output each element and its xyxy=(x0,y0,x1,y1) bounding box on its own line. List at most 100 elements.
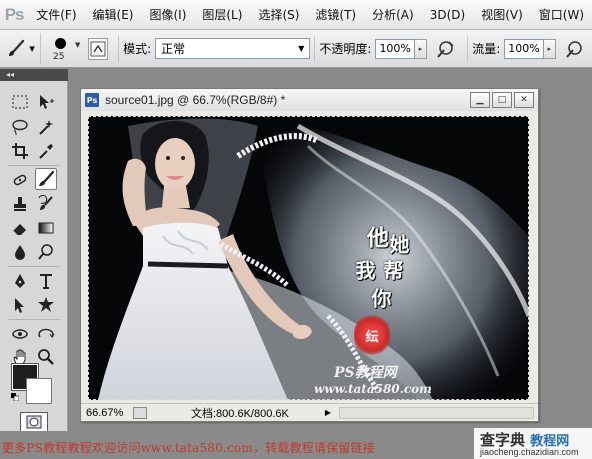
crop-tool[interactable] xyxy=(9,140,31,162)
brush-icon xyxy=(39,170,55,186)
magnifier-icon xyxy=(38,349,54,365)
healing-brush-tool[interactable] xyxy=(9,169,31,191)
document-window: Ps source01.jpg @ 66.7%(RGB/8#) * ▁ □ ✕ xyxy=(80,88,539,422)
tool-preset-picker[interactable]: ▼ xyxy=(0,32,42,65)
menu-window[interactable]: 窗口(W) xyxy=(531,0,592,30)
blur-tool[interactable] xyxy=(9,241,31,263)
3d-rotate-icon xyxy=(12,329,28,339)
calligraphy-char: 你 xyxy=(368,288,392,308)
close-icon: ✕ xyxy=(520,95,528,105)
status-info-icon[interactable] xyxy=(133,406,147,419)
background-color-swatch[interactable] xyxy=(26,378,52,404)
brush-icon xyxy=(9,39,25,56)
options-bar: ▼ 25 ▼ 模式: 正常 ▼ 不透明度: 100% ▸ 流量: 100% ▸ xyxy=(0,30,592,68)
dodge-tool[interactable] xyxy=(35,241,57,263)
airbrush-toggle[interactable] xyxy=(433,37,457,61)
eyedropper-tool[interactable] xyxy=(35,140,57,162)
menu-image[interactable]: 图像(I) xyxy=(141,0,194,30)
airbrush-icon xyxy=(566,40,582,58)
flow-slider-toggle[interactable]: ▸ xyxy=(543,38,556,59)
photoshop-logo: Ps xyxy=(4,4,25,24)
minimize-button[interactable]: ▁ xyxy=(470,92,490,108)
divider xyxy=(8,319,60,320)
menu-layer[interactable]: 图层(L) xyxy=(194,0,250,30)
3d-orbit-icon xyxy=(38,328,55,338)
menu-filter[interactable]: 滤镜(T) xyxy=(307,0,364,30)
quick-mask-button[interactable] xyxy=(20,412,48,432)
watermark-site-name: PS教程网 xyxy=(334,365,397,381)
brush-preset-picker[interactable]: 25 ▼ xyxy=(41,32,88,66)
horizontal-scrollbar[interactable] xyxy=(339,406,534,419)
maximize-button[interactable]: □ xyxy=(492,92,512,108)
move-icon xyxy=(40,95,54,109)
history-brush-tool[interactable] xyxy=(35,193,57,215)
menu-analysis[interactable]: 分析(A) xyxy=(364,0,422,30)
brush-panel-toggle-button[interactable] xyxy=(87,37,109,60)
3d-orbit-tool[interactable] xyxy=(35,323,57,345)
triangle-right-icon: ▸ xyxy=(418,44,423,53)
bride-photo xyxy=(98,116,529,400)
tool-panel xyxy=(0,81,68,432)
divider xyxy=(8,165,60,166)
airbrush-mode-toggle[interactable] xyxy=(562,37,586,61)
menu-file[interactable]: 文件(F) xyxy=(28,0,84,30)
type-tool[interactable] xyxy=(35,270,57,292)
flow-input[interactable]: 100% xyxy=(504,38,544,59)
calligraphy-char: 我 xyxy=(352,260,376,280)
lasso-tool[interactable] xyxy=(9,116,31,138)
history-brush-icon xyxy=(38,195,53,210)
eraser-icon xyxy=(12,224,26,236)
chevron-down-icon: ▼ xyxy=(298,44,305,53)
brush-size-label: 25 xyxy=(53,51,65,62)
image-canvas[interactable]: 他 她 我 帮 你 纭 PS教程网 www.tata580.com xyxy=(88,116,529,400)
3d-rotate-tool[interactable] xyxy=(9,323,31,345)
pen-tool[interactable] xyxy=(9,270,31,292)
move-tool[interactable] xyxy=(35,91,57,113)
gradient-tool[interactable] xyxy=(35,217,57,239)
brush-panel-icon xyxy=(90,41,106,56)
menu-edit[interactable]: 编辑(E) xyxy=(85,0,142,30)
gradient-icon xyxy=(38,222,54,234)
custom-shape-tool[interactable] xyxy=(35,294,57,316)
opacity-slider-toggle[interactable]: ▸ xyxy=(414,38,428,59)
divider xyxy=(118,35,120,62)
close-button[interactable]: ✕ xyxy=(514,92,534,108)
red-seal-stamp: 纭 xyxy=(354,315,390,355)
magic-wand-tool[interactable] xyxy=(35,116,57,138)
maximize-icon: □ xyxy=(497,95,507,105)
document-title: source01.jpg @ 66.7%(RGB/8#) * xyxy=(105,93,286,107)
watermark-url: www.tata580.com xyxy=(314,382,432,396)
document-title-bar[interactable]: Ps source01.jpg @ 66.7%(RGB/8#) * ▁ □ ✕ xyxy=(81,89,538,111)
menu-3d[interactable]: 3D(D) xyxy=(422,0,473,30)
document-status-bar: 66.67% 文档:800.6K/800.6K ▶ xyxy=(81,403,538,421)
collapse-icon: ◂◂ xyxy=(6,70,15,79)
brush-tip-icon xyxy=(55,37,67,49)
triangle-right-icon: ▸ xyxy=(547,44,552,53)
eraser-tool[interactable] xyxy=(9,217,31,239)
clone-stamp-tool[interactable] xyxy=(9,193,31,215)
menu-view[interactable]: 视图(V) xyxy=(473,0,531,30)
window-controls: ▁ □ ✕ xyxy=(470,92,534,108)
marquee-tool[interactable] xyxy=(9,91,31,113)
menu-bar: Ps 文件(F) 编辑(E) 图像(I) 图层(L) 选择(S) 滤镜(T) 分… xyxy=(0,0,592,30)
zoom-level[interactable]: 66.67% xyxy=(81,407,131,419)
menu-select[interactable]: 选择(S) xyxy=(250,0,307,30)
divider xyxy=(8,266,60,267)
chevron-down-icon: ▼ xyxy=(75,40,81,49)
airbrush-icon xyxy=(437,40,454,58)
eyedropper-icon xyxy=(39,144,53,159)
site-brand-badge: 查字典 教程网 jiaocheng.chazidian.com xyxy=(474,428,592,459)
brush-tool[interactable] xyxy=(35,168,57,190)
minimize-icon: ▁ xyxy=(476,95,484,105)
lasso-icon xyxy=(12,119,28,136)
opacity-input[interactable]: 100% xyxy=(375,38,415,59)
pen-icon xyxy=(15,274,25,288)
drop-icon xyxy=(15,245,25,260)
ps-document-icon: Ps xyxy=(85,93,99,107)
zoom-tool[interactable] xyxy=(35,346,57,368)
path-selection-tool[interactable] xyxy=(9,294,31,316)
mode-select[interactable]: 正常 ▼ xyxy=(155,38,311,59)
default-colors-icon[interactable] xyxy=(11,393,19,401)
triangle-right-icon[interactable]: ▶ xyxy=(325,408,331,417)
toolpanel-collapse-bar[interactable]: ◂◂ xyxy=(0,69,68,81)
